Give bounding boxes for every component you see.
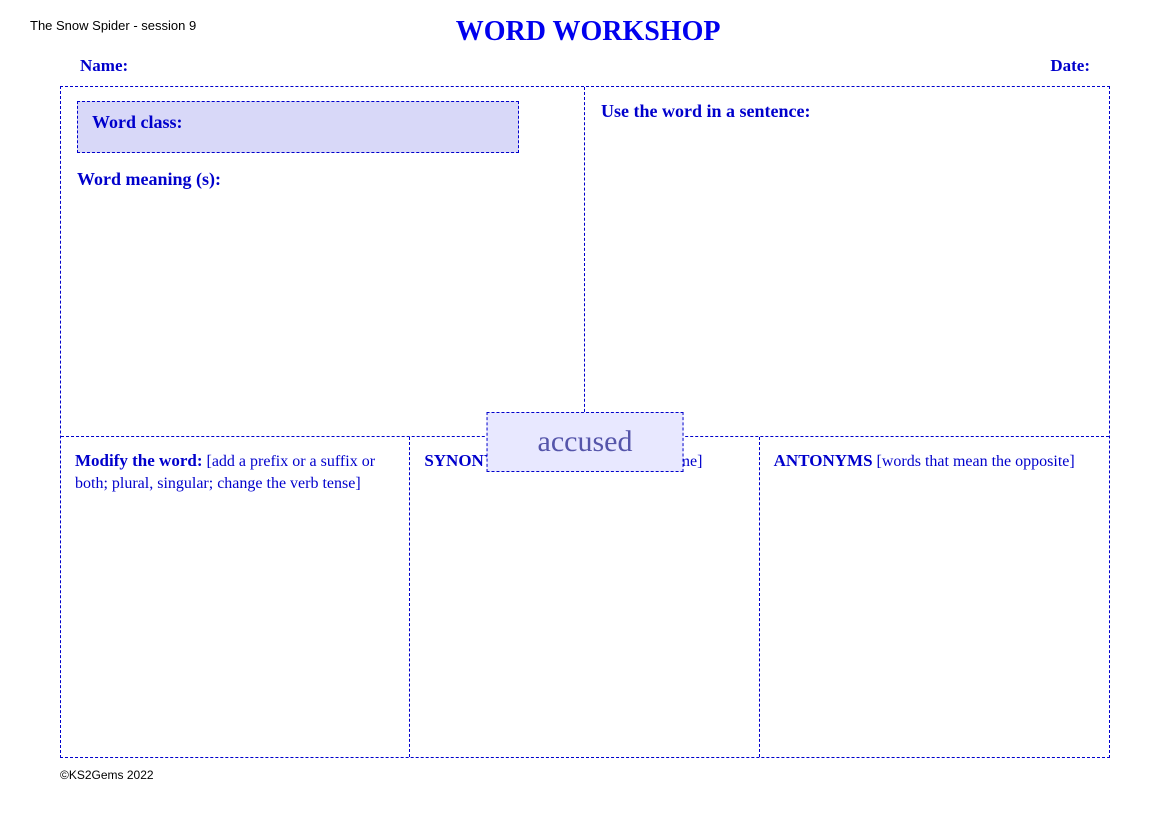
footer: ©KS2Gems 2022: [30, 766, 1140, 784]
word-badge: accused: [487, 412, 684, 472]
top-bar: The Snow Spider - session 9 WORD WORKSHO…: [30, 18, 1140, 48]
bottom-half: Modify the word: [add a prefix or a suff…: [61, 437, 1109, 757]
copyright: ©KS2Gems 2022: [60, 768, 154, 782]
use-sentence-label: Use the word in a sentence:: [601, 101, 1093, 122]
antonyms-label: ANTONYMS [words that mean the opposite]: [774, 449, 1095, 473]
word-class-label: Word class:: [92, 112, 183, 132]
antonyms-rest: [words that mean the opposite]: [873, 453, 1075, 470]
session-label: The Snow Spider - session 9: [30, 18, 196, 33]
antonyms-bold: ANTONYMS: [774, 451, 873, 470]
right-panel: Use the word in a sentence:: [585, 87, 1109, 437]
word-text: accused: [538, 425, 633, 458]
word-meaning-label: Word meaning (s):: [77, 169, 568, 190]
modify-label: Modify the word: [add a prefix or a suff…: [75, 449, 395, 496]
synonyms-panel: SYNONYMS [words that mean the same]: [410, 437, 759, 757]
word-class-box: Word class:: [77, 101, 519, 153]
page: The Snow Spider - session 9 WORD WORKSHO…: [0, 0, 1170, 827]
top-row: Word class: Word meaning (s): Use the wo…: [61, 87, 1109, 437]
date-label: Date:: [1050, 56, 1090, 76]
name-label: Name:: [80, 56, 128, 76]
name-date-row: Name: Date:: [30, 56, 1140, 76]
modify-bold: Modify the word:: [75, 451, 202, 470]
left-panel: Word class: Word meaning (s):: [61, 87, 585, 437]
page-title: WORD WORKSHOP: [196, 16, 980, 48]
main-container: Word class: Word meaning (s): Use the wo…: [60, 86, 1110, 758]
modify-panel: Modify the word: [add a prefix or a suff…: [61, 437, 410, 757]
antonyms-panel: ANTONYMS [words that mean the opposite]: [760, 437, 1109, 757]
